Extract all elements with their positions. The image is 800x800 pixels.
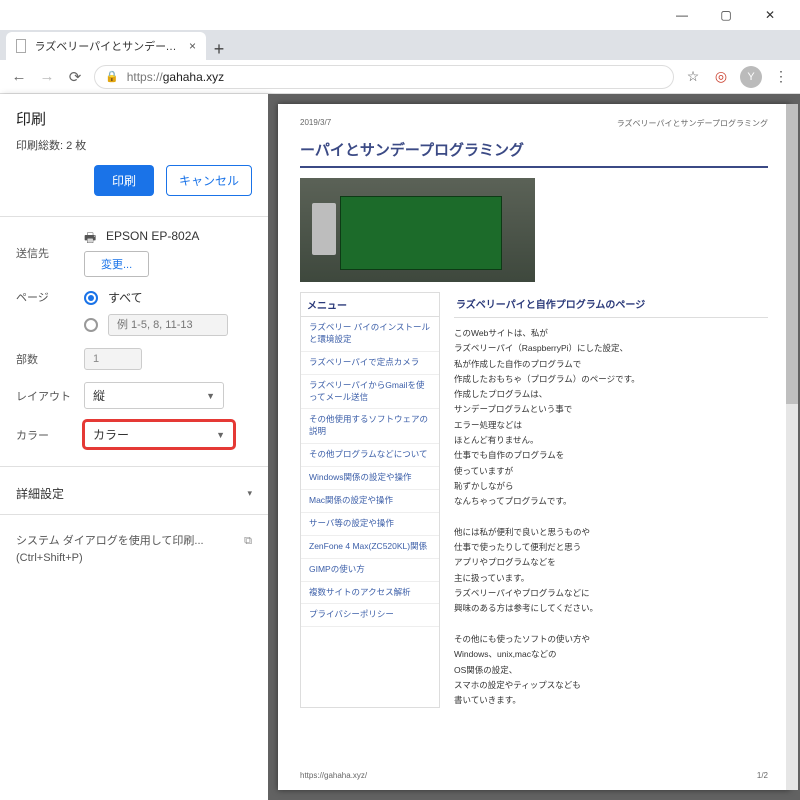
preview-page: 2019/3/7 ラズベリーパイとサンデープログラミング ーパイとサンデープログ… — [278, 104, 790, 790]
page-icon — [16, 39, 26, 53]
address-bar[interactable]: 🔒 https://gahaha.xyz — [94, 65, 674, 89]
print-dialog-title: 印刷 — [16, 108, 252, 129]
destination-value: EPSON EP-802A — [106, 229, 199, 243]
preview-menu-item: ラズベリーパイからGmailを使ってメール送信 — [301, 375, 439, 410]
advanced-settings-toggle[interactable]: 詳細設定 ▾ — [16, 479, 252, 508]
preview-menu-item: ラズベリーパイで定点カメラ — [301, 352, 439, 375]
destination-label: 送信先 — [16, 245, 78, 261]
preview-menu-item: ZenFone 4 Max(ZC520KL)関係 — [301, 536, 439, 559]
forward-button[interactable]: → — [38, 68, 56, 85]
layout-select[interactable]: 縦▼ — [84, 382, 224, 409]
window-close-button[interactable]: ✕ — [748, 1, 792, 29]
bookmark-star-icon[interactable]: ☆ — [684, 68, 702, 85]
preview-menu-item: GIMPの使い方 — [301, 559, 439, 582]
menu-kebab-icon[interactable]: ⋮ — [772, 68, 790, 85]
pages-custom-input[interactable] — [108, 314, 228, 336]
preview-menu-item: その他使用するソフトウェアの説明 — [301, 409, 439, 444]
preview-content-box: ラズベリーパイと自作プログラムのページ このWebサイトは、私がラズベリーパイ（… — [454, 292, 768, 708]
preview-menu-item: Mac関係の設定や操作 — [301, 490, 439, 513]
color-label: カラー — [16, 427, 78, 443]
print-total-sheets: 印刷総数: 2 枚 — [16, 137, 252, 153]
preview-menu-box: メニュー ラズベリー パイのインストールと環境設定ラズベリーパイで定点カメララズ… — [300, 292, 440, 708]
preview-header-date: 2019/3/7 — [300, 118, 331, 129]
change-destination-button[interactable]: 変更... — [84, 251, 149, 277]
window-titlebar: — ▢ ✕ — [0, 0, 800, 30]
preview-menu-item: ラズベリー パイのインストールと環境設定 — [301, 317, 439, 352]
lock-icon: 🔒 — [105, 70, 119, 83]
print-button[interactable]: 印刷 — [94, 165, 154, 196]
preview-menu-item: サーバ等の設定や操作 — [301, 513, 439, 536]
preview-header-title: ラズベリーパイとサンデープログラミング — [617, 118, 768, 129]
preview-menu-item: その他プログラムなどについて — [301, 444, 439, 467]
preview-menu-item: 複数サイトのアクセス解析 — [301, 582, 439, 605]
reload-button[interactable]: ⟳ — [66, 68, 84, 86]
preview-hero-image — [300, 178, 535, 282]
print-preview-pane: 2019/3/7 ラズベリーパイとサンデープログラミング ーパイとサンデープログ… — [268, 94, 800, 800]
layout-label: レイアウト — [16, 388, 78, 404]
printer-icon: 🖶 — [84, 229, 98, 243]
tab-close-icon[interactable]: × — [189, 39, 196, 53]
pages-all-text: すべて — [108, 289, 143, 306]
preview-footer-url: https://gahaha.xyz/ — [300, 771, 367, 780]
pages-label: ページ — [16, 289, 78, 305]
back-button[interactable]: ← — [10, 68, 28, 85]
external-link-icon: ⧉ — [244, 533, 252, 550]
preview-footer-pagenum: 1/2 — [757, 771, 768, 780]
window-maximize-button[interactable]: ▢ — [704, 1, 748, 29]
browser-toolbar: ← → ⟳ 🔒 https://gahaha.xyz ☆ ◎ Y ⋮ — [0, 60, 800, 94]
url-text: https://gahaha.xyz — [127, 70, 224, 84]
chevron-down-icon: ▼ — [206, 391, 215, 401]
chevron-down-icon: ▾ — [247, 488, 252, 499]
preview-page-title: ーパイとサンデープログラミング — [300, 139, 768, 160]
profile-avatar[interactable]: Y — [740, 66, 762, 88]
preview-scrollbar[interactable] — [786, 104, 798, 790]
color-select[interactable]: カラー▼ — [84, 421, 234, 448]
cancel-button[interactable]: キャンセル — [166, 165, 252, 196]
copies-label: 部数 — [16, 351, 78, 367]
pages-custom-radio[interactable] — [84, 318, 98, 332]
preview-menu-item: プライバシーポリシー — [301, 604, 439, 627]
preview-menu-item: Windows関係の設定や操作 — [301, 467, 439, 490]
system-dialog-link[interactable]: システム ダイアログを使用して印刷... (Ctrl+Shift+P) ⧉ — [16, 533, 252, 566]
browser-tabstrip: ラズベリーパイとサンデープログラミング × + — [0, 30, 800, 60]
scrollbar-thumb[interactable] — [786, 104, 798, 404]
browser-tab[interactable]: ラズベリーパイとサンデープログラミング × — [6, 32, 206, 60]
extension-icon[interactable]: ◎ — [712, 68, 730, 85]
pages-all-radio[interactable] — [84, 291, 98, 305]
window-minimize-button[interactable]: — — [660, 1, 704, 29]
copies-input[interactable] — [84, 348, 142, 370]
preview-content-body: このWebサイトは、私がラズベリーパイ（RaspberryPi）にした設定、私が… — [454, 326, 768, 708]
print-panel: 印刷 印刷総数: 2 枚 印刷 キャンセル 送信先 🖶 EPSON EP-802… — [0, 94, 268, 800]
preview-menu-heading: メニュー — [301, 293, 439, 317]
new-tab-button[interactable]: + — [206, 39, 232, 60]
preview-content-heading: ラズベリーパイと自作プログラムのページ — [454, 292, 768, 318]
chevron-down-icon: ▼ — [216, 430, 225, 440]
tab-title: ラズベリーパイとサンデープログラミング — [34, 38, 181, 54]
workspace: 印刷 印刷総数: 2 枚 印刷 キャンセル 送信先 🖶 EPSON EP-802… — [0, 94, 800, 800]
